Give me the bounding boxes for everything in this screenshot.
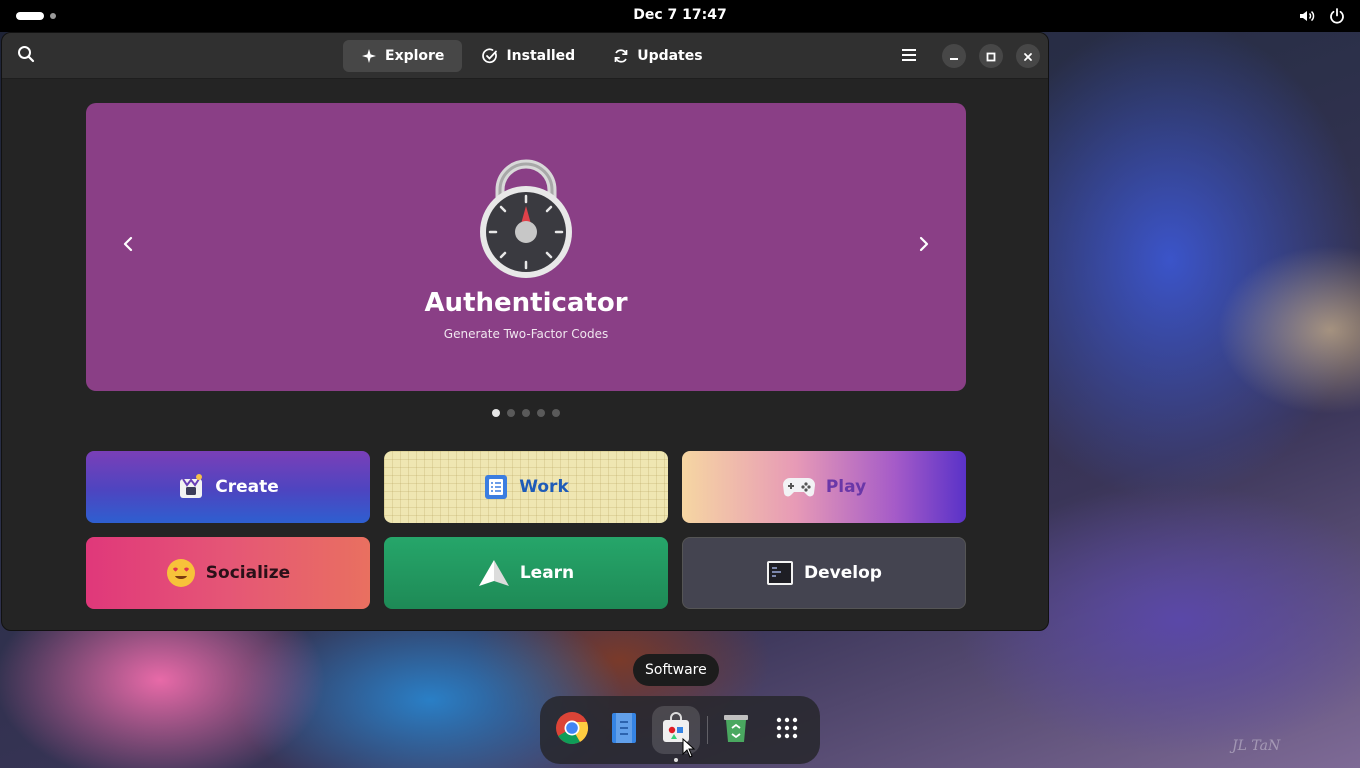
- close-button[interactable]: [1016, 44, 1040, 68]
- category-create[interactable]: Create: [86, 451, 370, 523]
- close-icon: [1023, 47, 1033, 66]
- featured-app-description: Generate Two-Factor Codes: [443, 327, 609, 341]
- hamburger-menu-icon: [901, 47, 917, 66]
- top-bar: Dec 7 17:47: [0, 0, 1360, 32]
- search-icon: [17, 45, 35, 67]
- activities-button[interactable]: [16, 12, 56, 20]
- learn-icon: [478, 559, 510, 587]
- category-label: Play: [825, 477, 867, 497]
- running-indicator: [674, 758, 678, 762]
- tab-updates[interactable]: Updates: [595, 40, 720, 72]
- smiley-icon: [166, 558, 196, 588]
- carousel-dot[interactable]: [552, 409, 560, 417]
- dock-item-chrome[interactable]: [548, 706, 596, 754]
- clock[interactable]: Dec 7 17:47: [633, 7, 726, 23]
- carousel-indicator: [492, 409, 560, 417]
- tab-explore[interactable]: Explore: [343, 40, 463, 72]
- category-label: Learn: [519, 563, 575, 583]
- category-label: Create: [215, 477, 279, 497]
- dock-item-trash[interactable]: [712, 706, 760, 754]
- tab-label: Installed: [506, 48, 576, 64]
- tab-label: Explore: [385, 48, 445, 64]
- app-grid-icon: [775, 716, 799, 744]
- category-label: Socialize: [205, 563, 291, 583]
- carousel-dot[interactable]: [522, 409, 530, 417]
- category-label: Develop: [804, 563, 882, 583]
- tab-label: Updates: [637, 48, 703, 64]
- header-bar: Explore Installed Updates: [2, 33, 1048, 79]
- system-tray[interactable]: [1298, 7, 1346, 25]
- tab-installed[interactable]: Installed: [464, 40, 593, 72]
- category-learn[interactable]: Learn: [384, 537, 668, 609]
- minimize-button[interactable]: [942, 44, 966, 68]
- trash-icon: [722, 712, 750, 748]
- featured-app-name: Authenticator: [424, 288, 628, 318]
- minimize-icon: [949, 47, 959, 66]
- view-switcher: Explore Installed Updates: [343, 40, 721, 72]
- clock-container: Dec 7 17:47: [0, 7, 1360, 23]
- dock-separator: [707, 716, 708, 744]
- authenticator-app-icon: [476, 156, 576, 280]
- volume-icon[interactable]: [1298, 7, 1316, 25]
- window-controls: [893, 40, 1040, 72]
- terminal-icon: [766, 560, 794, 586]
- workspace-indicator: [50, 13, 56, 19]
- carousel-next-button[interactable]: [908, 230, 940, 262]
- chevron-left-icon: [121, 236, 135, 256]
- carousel-dot[interactable]: [507, 409, 515, 417]
- category-develop[interactable]: Develop: [682, 537, 966, 609]
- mouse-cursor-icon: [682, 737, 696, 762]
- chevron-right-icon: [917, 236, 931, 256]
- featured-app-banner[interactable]: Authenticator Generate Two-Factor Codes: [86, 103, 966, 391]
- carousel-dot[interactable]: [492, 409, 500, 417]
- create-icon: [177, 473, 205, 501]
- text-editor-icon: [611, 712, 637, 748]
- work-icon: [483, 473, 509, 501]
- dock-item-app-grid[interactable]: [763, 706, 811, 754]
- carousel-dot[interactable]: [537, 409, 545, 417]
- dock: [540, 696, 820, 764]
- maximize-button[interactable]: [979, 44, 1003, 68]
- search-button[interactable]: [10, 40, 42, 72]
- workspace-indicator-active: [16, 12, 44, 20]
- check-circle-icon: [482, 48, 498, 64]
- chrome-icon: [555, 711, 589, 749]
- category-play[interactable]: Play: [682, 451, 966, 523]
- sparkle-icon: [361, 48, 377, 64]
- dock-item-text-editor[interactable]: [600, 706, 648, 754]
- category-socialize[interactable]: Socialize: [86, 537, 370, 609]
- category-label: Work: [519, 477, 569, 497]
- refresh-icon: [613, 48, 629, 64]
- main-menu-button[interactable]: [893, 40, 925, 72]
- power-icon[interactable]: [1328, 7, 1346, 25]
- carousel-previous-button[interactable]: [112, 230, 144, 262]
- wallpaper-watermark: JL TaN: [1232, 738, 1281, 754]
- gamepad-icon: [782, 475, 816, 499]
- software-window: Explore Installed Updates Authenticator …: [1, 32, 1049, 631]
- maximize-icon: [986, 47, 996, 66]
- dock-tooltip: Software: [633, 654, 719, 686]
- category-work[interactable]: Work: [384, 451, 668, 523]
